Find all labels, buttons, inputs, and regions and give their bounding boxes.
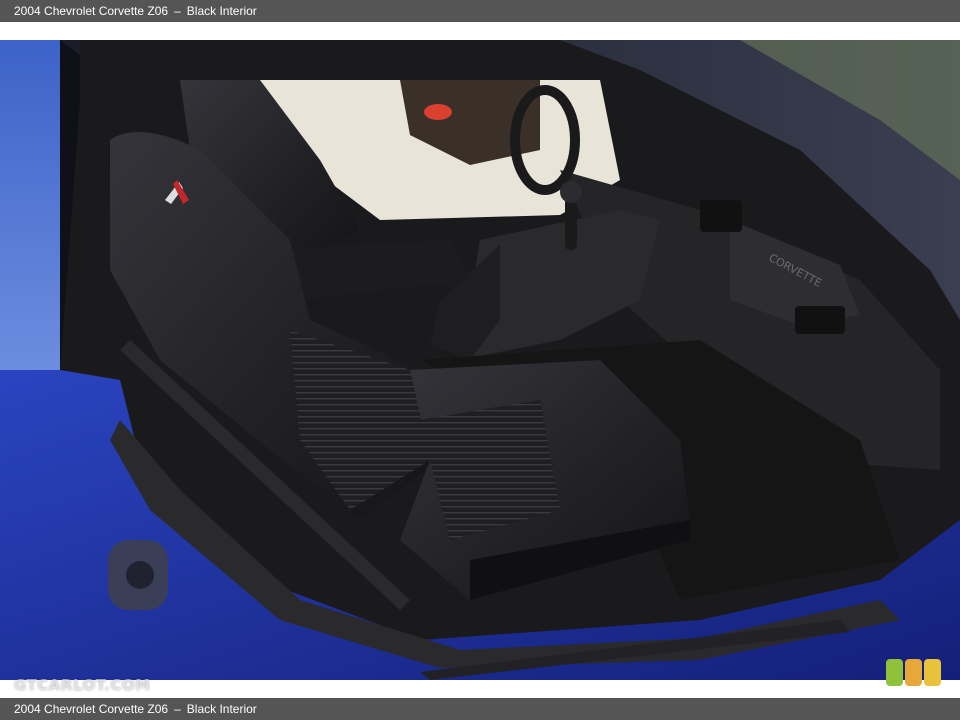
sky-reflection: [0, 40, 60, 380]
caption-title: 2004 Chevrolet Corvette Z06: [14, 4, 169, 18]
rating-bar-1: [886, 659, 903, 686]
rating-bar-3: [924, 659, 941, 686]
watermark: GTCARLOT.COM: [14, 676, 151, 694]
caption-separator-bottom: –: [174, 702, 181, 716]
caption-subtitle-bottom: Black Interior: [186, 702, 257, 716]
door-reflector: [424, 104, 452, 120]
shift-knob: [560, 181, 582, 203]
latch-striker: [126, 561, 154, 589]
caption-separator: –: [174, 4, 181, 18]
rating-bar-2: [905, 659, 922, 686]
air-vent-center: [700, 200, 742, 232]
caption-subtitle: Black Interior: [186, 4, 257, 18]
rating-badge: [886, 659, 941, 686]
caption-bottom: 2004 Chevrolet Corvette Z06– Black Interi…: [0, 698, 960, 720]
caption-title-bottom: 2004 Chevrolet Corvette Z06: [14, 702, 169, 716]
air-vent-right: [795, 306, 845, 334]
interior-photo: CORVETTE: [0, 40, 960, 680]
interior-photo-drawing: CORVETTE: [0, 40, 960, 680]
caption-top: 2004 Chevrolet Corvette Z06– Black Interi…: [0, 0, 960, 22]
